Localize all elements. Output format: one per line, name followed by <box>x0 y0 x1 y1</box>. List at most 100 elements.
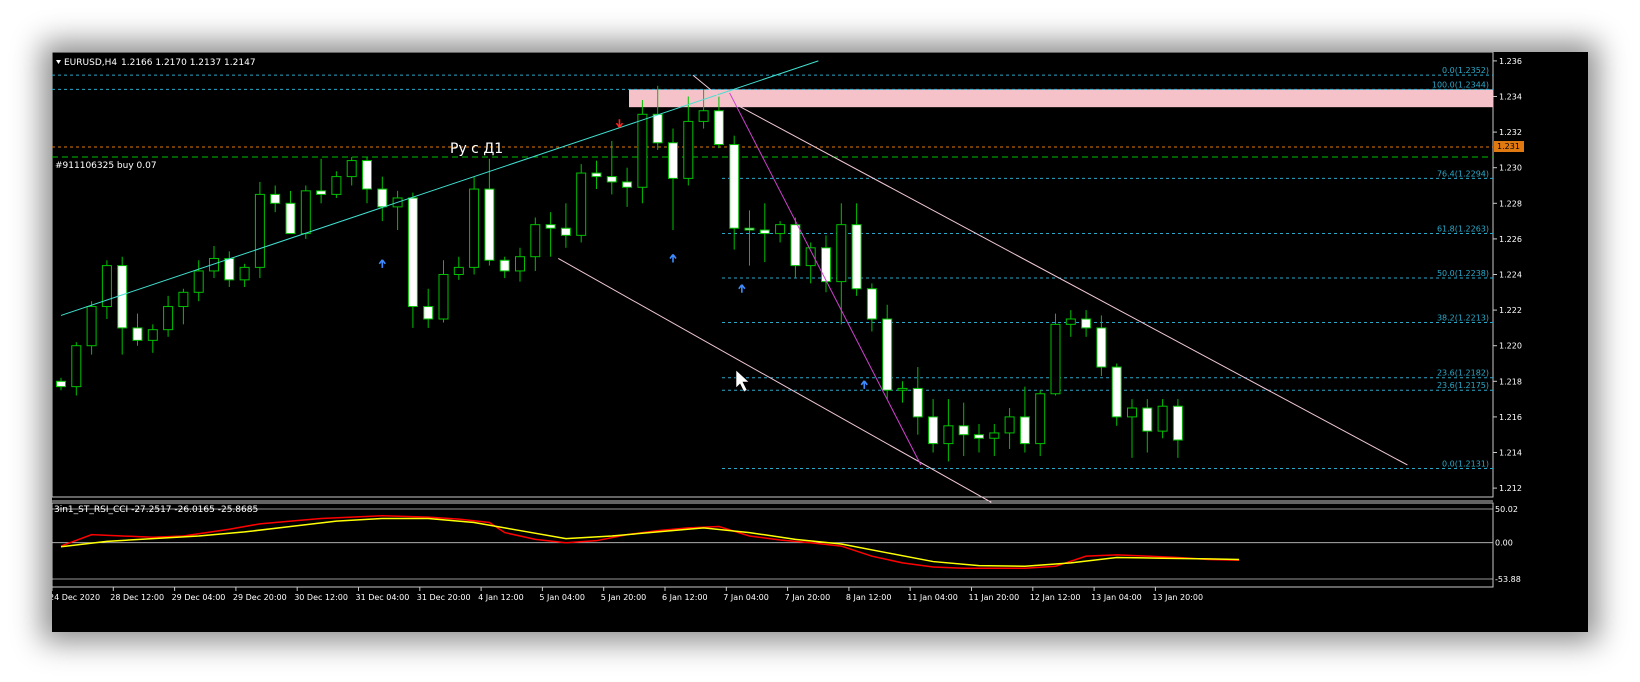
candle-body[interactable] <box>759 229 770 235</box>
resistance-zone[interactable] <box>629 89 1493 108</box>
candle-body[interactable] <box>438 274 449 320</box>
candle-body[interactable] <box>147 329 158 341</box>
indicator-pane-frame <box>52 502 1494 588</box>
candle-body[interactable] <box>316 190 327 195</box>
candle-body[interactable] <box>652 113 663 144</box>
fib-level-label: 50.0(1.2238) <box>1437 269 1489 278</box>
candle-body[interactable] <box>560 227 571 236</box>
candle-body[interactable] <box>683 120 694 179</box>
candle-body[interactable] <box>866 288 877 320</box>
position-label[interactable]: #911106325 buy 0.07 <box>55 161 157 171</box>
lower-channel[interactable] <box>558 258 992 503</box>
candle-body[interactable] <box>300 190 311 235</box>
candle-body[interactable] <box>1142 407 1153 432</box>
candle-body[interactable] <box>453 266 464 276</box>
buy-arrow-icon[interactable] <box>860 380 868 389</box>
x-tick-label: 6 Jan 12:00 <box>662 593 708 602</box>
candle-body[interactable] <box>377 188 388 208</box>
candle-body[interactable] <box>790 224 801 267</box>
y-tick-label: 1.222 <box>1499 306 1522 315</box>
candle-body[interactable] <box>882 318 893 391</box>
candle-body[interactable] <box>943 425 954 445</box>
candle-body[interactable] <box>132 327 143 341</box>
candle-body[interactable] <box>928 416 939 445</box>
candle-body[interactable] <box>163 306 174 331</box>
candle-body[interactable] <box>178 291 189 308</box>
candle-body[interactable] <box>1065 318 1076 325</box>
candle-body[interactable] <box>698 110 709 122</box>
candle-body[interactable] <box>193 270 204 293</box>
candle-body[interactable] <box>989 432 1000 439</box>
candle-body[interactable] <box>775 224 786 235</box>
candle-body[interactable] <box>912 387 923 418</box>
candle-body[interactable] <box>469 188 480 268</box>
candle-body[interactable] <box>821 247 831 283</box>
candle-body[interactable] <box>224 257 235 281</box>
candle-body[interactable] <box>744 227 755 231</box>
upper-channel[interactable] <box>733 103 1408 466</box>
x-tick-label: 5 Jan 04:00 <box>539 593 585 602</box>
y-tick-label: 1.224 <box>1499 271 1522 280</box>
buy-arrow-icon[interactable] <box>738 284 746 293</box>
candle-body[interactable] <box>958 425 969 436</box>
x-tick-label: 24 Dec 2020 <box>52 593 100 602</box>
candle-body[interactable] <box>407 197 418 308</box>
ohlc-values: 1.2166 1.2170 1.2137 1.2147 <box>121 58 256 68</box>
candle-body[interactable] <box>499 259 510 272</box>
candle-body[interactable] <box>362 160 372 190</box>
candle-body[interactable] <box>254 193 265 268</box>
candle-body[interactable] <box>423 306 434 320</box>
fib-level-label: 38.2(1.2213) <box>1437 314 1489 323</box>
candle-body[interactable] <box>974 434 984 439</box>
candle-body[interactable] <box>1035 393 1046 445</box>
candle-body[interactable] <box>56 380 66 388</box>
candle-body[interactable] <box>71 345 82 388</box>
price-chart[interactable]: 0.0(1.2352) 100.0(1.2344) 76.4(1.2294) 61.8… <box>52 52 1588 632</box>
candle-body[interactable] <box>1172 405 1183 441</box>
buy-arrow-icon[interactable] <box>669 254 677 263</box>
candle-body[interactable] <box>239 266 250 281</box>
candle-body[interactable] <box>346 160 357 178</box>
candle-body[interactable] <box>897 387 908 391</box>
annotation-text[interactable]: Ру с Д1 <box>450 141 503 157</box>
candle-body[interactable] <box>530 224 541 258</box>
candle-body[interactable] <box>1050 323 1061 395</box>
candle-body[interactable] <box>270 193 281 204</box>
candle-body[interactable] <box>668 142 678 179</box>
candle-body[interactable] <box>1019 416 1030 445</box>
chart-window: 0.0(1.2352) 100.0(1.2344) 76.4(1.2294) 61.8… <box>52 52 1588 632</box>
candle-body[interactable] <box>1004 416 1015 434</box>
symbol-menu-icon[interactable] <box>56 60 61 64</box>
candle-body[interactable] <box>622 181 633 188</box>
candle-body[interactable] <box>591 172 602 178</box>
candle-body[interactable] <box>606 176 617 183</box>
fib-level-label: 0.0(1.2352) <box>1442 66 1489 75</box>
candle-body[interactable] <box>1096 327 1107 368</box>
sell-arrow-icon[interactable] <box>615 119 624 128</box>
candle-body[interactable] <box>1127 407 1137 418</box>
candle-body[interactable] <box>576 172 587 236</box>
candle-body[interactable] <box>713 110 724 146</box>
indicator-axis-label: 50.02 <box>1495 505 1518 514</box>
candle-body[interactable] <box>851 224 862 290</box>
candle-body[interactable] <box>545 224 556 229</box>
candle-body[interactable] <box>836 224 847 283</box>
candle-body[interactable] <box>1111 366 1122 418</box>
candle-body[interactable] <box>515 256 525 272</box>
candle-body[interactable] <box>86 306 97 347</box>
buy-arrow-icon[interactable] <box>378 259 386 268</box>
candle-body[interactable] <box>637 113 648 188</box>
fib-level-label: 23.6(1.2182) <box>1437 369 1489 378</box>
x-tick-label: 5 Jan 20:00 <box>601 593 647 602</box>
candle-body[interactable] <box>331 176 342 195</box>
candle-body[interactable] <box>1081 318 1092 329</box>
y-tick-label: 1.216 <box>1499 413 1522 422</box>
candle-body[interactable] <box>285 202 296 235</box>
candle-body[interactable] <box>117 265 128 329</box>
candle-body[interactable] <box>484 188 495 261</box>
candle-body[interactable] <box>729 144 740 229</box>
indicator-label: 3in1_ST_RSI_CCI -27.2517 -26.0165 -25.86… <box>54 505 258 515</box>
candle-body[interactable] <box>1157 405 1168 432</box>
x-tick-label: 28 Dec 12:00 <box>110 593 164 602</box>
indicator-axis-label: -53.88 <box>1495 575 1521 584</box>
